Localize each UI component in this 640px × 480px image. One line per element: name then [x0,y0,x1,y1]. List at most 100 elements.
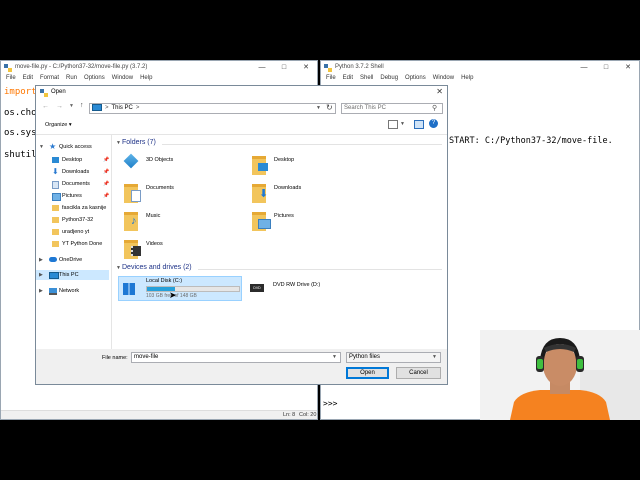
breadcrumb-this-pc[interactable]: This PC [112,105,133,111]
code-line-2[interactable]: os.cho [4,108,37,118]
menu-help[interactable]: Help [461,75,473,85]
open-button[interactable]: Open [346,367,389,379]
search-placeholder: Search This PC [344,105,386,111]
menu-format[interactable]: Format [40,75,59,85]
nav-item-uradjeno[interactable]: uradjeno yt [36,227,109,237]
shell-prompt[interactable]: >>> [323,399,337,408]
nav-item-network[interactable]: ▶ Network [36,286,109,296]
filename-value: move-file [134,354,159,360]
menu-window[interactable]: Window [433,75,454,85]
nav-item-onedrive[interactable]: ▶ OneDrive [36,255,109,265]
expand-chevron-icon[interactable]: ▶ [39,286,43,296]
address-bar[interactable]: > This PC > ▼ ↻ [89,103,336,114]
close-button[interactable]: ✕ [617,62,639,73]
menu-file[interactable]: File [6,75,16,85]
shell-restart-line: START: C:/Python37-32/move-file. [449,136,613,146]
folder-item-documents[interactable]: Documents [120,182,230,206]
nav-item-yt-python[interactable]: YT Python Done [36,239,109,249]
folder-item-downloads[interactable]: ⬇ Downloads [248,182,358,206]
organize-button[interactable]: Organize ▾ [45,122,72,128]
filetype-select[interactable]: Python files ▼ [346,352,441,363]
nav-label-this-pc: This PC [59,272,79,278]
pin-icon[interactable]: 📌 [103,179,109,189]
nav-label-network: Network [59,288,80,294]
drives-header[interactable]: Devices and drives (2) [122,264,192,271]
preview-pane-icon[interactable] [414,120,424,129]
recent-chevron-icon[interactable]: ▼ [69,103,74,109]
folder-icon [52,229,59,235]
nav-item-pictures[interactable]: Pictures 📌 [36,191,109,201]
folder-item-desktop[interactable]: Desktop [248,154,358,178]
nav-item-quick-access[interactable]: ▼ ★ Quick access [36,142,109,152]
editor-titlebar[interactable]: move-file.py - C:/Python37-32/move-file.… [1,61,317,75]
expand-chevron-icon[interactable]: ▶ [39,270,43,280]
refresh-icon[interactable]: ↻ [326,104,333,112]
address-dropdown-icon[interactable]: ▼ [316,104,321,113]
menu-debug[interactable]: Debug [380,75,398,85]
close-button[interactable]: ✕ [295,62,317,73]
folders-header[interactable]: Folders (7) [122,139,156,146]
menu-help[interactable]: Help [140,75,152,85]
menu-options[interactable]: Options [84,75,105,85]
nav-item-desktop[interactable]: Desktop 📌 [36,155,109,165]
folder-item-3d-objects[interactable]: 3D Objects [120,153,230,178]
status-col: Col: 20 [299,412,317,418]
menu-shell[interactable]: Shell [360,75,373,85]
minimize-button[interactable]: — [251,62,273,73]
folder-item-music[interactable]: ♪ Music [120,210,230,234]
expand-chevron-icon[interactable]: ▼ [39,142,44,152]
menu-options[interactable]: Options [405,75,426,85]
nav-item-fascikla[interactable]: fascikla za kasnije [36,203,109,213]
folder-item-pictures[interactable]: Pictures [248,210,358,234]
maximize-button[interactable]: □ [595,62,617,73]
nav-label-fascikla: fascikla za kasnije [62,205,107,211]
breadcrumb-chevron-icon[interactable]: > [105,105,109,111]
breadcrumb-chevron-icon[interactable]: > [136,105,140,111]
close-button[interactable]: ✕ [436,87,443,96]
menu-window[interactable]: Window [112,75,133,85]
nav-label-desktop: Desktop [62,157,83,163]
view-dropdown-icon[interactable]: ▼ [400,121,405,127]
drive-item-d[interactable]: DVD DVD RW Drive (D:) [246,276,370,301]
drive-item-c[interactable]: Local Disk (C:) 103 GB free of 148 GB [118,276,242,301]
up-arrow-icon[interactable]: ↑ [80,102,84,109]
webcam-overlay [480,330,640,420]
maximize-button[interactable]: □ [273,62,295,73]
menu-edit[interactable]: Edit [23,75,33,85]
filename-dropdown-icon[interactable]: ▼ [332,353,337,362]
collapse-chevron-icon[interactable]: ▼ [116,140,121,146]
menu-run[interactable]: Run [66,75,77,85]
code-line-1[interactable]: import [4,87,37,97]
filetype-dropdown-icon[interactable]: ▼ [432,353,437,362]
dialog-titlebar[interactable]: Open ✕ [36,86,447,100]
forward-arrow-icon[interactable]: → [56,103,63,110]
documents-icon [52,181,59,189]
pin-icon[interactable]: 📌 [103,155,109,165]
3d-objects-icon [123,153,139,169]
help-icon[interactable]: ? [429,119,438,128]
search-icon: ⚲ [432,105,438,112]
code-line-3[interactable]: os.sys [4,128,37,138]
menu-edit[interactable]: Edit [343,75,353,85]
pin-icon[interactable]: 📌 [103,191,109,201]
menu-file[interactable]: File [326,75,336,85]
nav-item-python37[interactable]: Python37-32 [36,215,109,225]
folder-icon [52,217,59,223]
pin-icon[interactable]: 📌 [103,167,109,177]
filename-input[interactable]: move-file ▼ [131,352,341,363]
search-input[interactable]: Search This PC ⚲ [341,103,443,114]
shell-titlebar[interactable]: Python 3.7.2 Shell — □ ✕ [321,61,639,75]
cancel-button[interactable]: Cancel [396,367,441,379]
expand-chevron-icon[interactable]: ▶ [39,255,43,265]
collapse-chevron-icon[interactable]: ▼ [116,265,121,271]
minimize-button[interactable]: — [573,62,595,73]
nav-item-downloads[interactable]: ⬇ Downloads 📌 [36,167,109,177]
back-arrow-icon[interactable]: ← [42,103,49,110]
nav-item-this-pc[interactable]: ▶ This PC [36,270,109,280]
code-line-4[interactable]: shutil [4,150,37,160]
folder-item-videos[interactable]: Videos [120,238,230,262]
nav-label-pictures: Pictures [62,193,82,199]
folder-label: Pictures [274,213,294,219]
nav-item-documents[interactable]: Documents 📌 [36,179,109,189]
view-options-icon[interactable] [388,120,398,129]
